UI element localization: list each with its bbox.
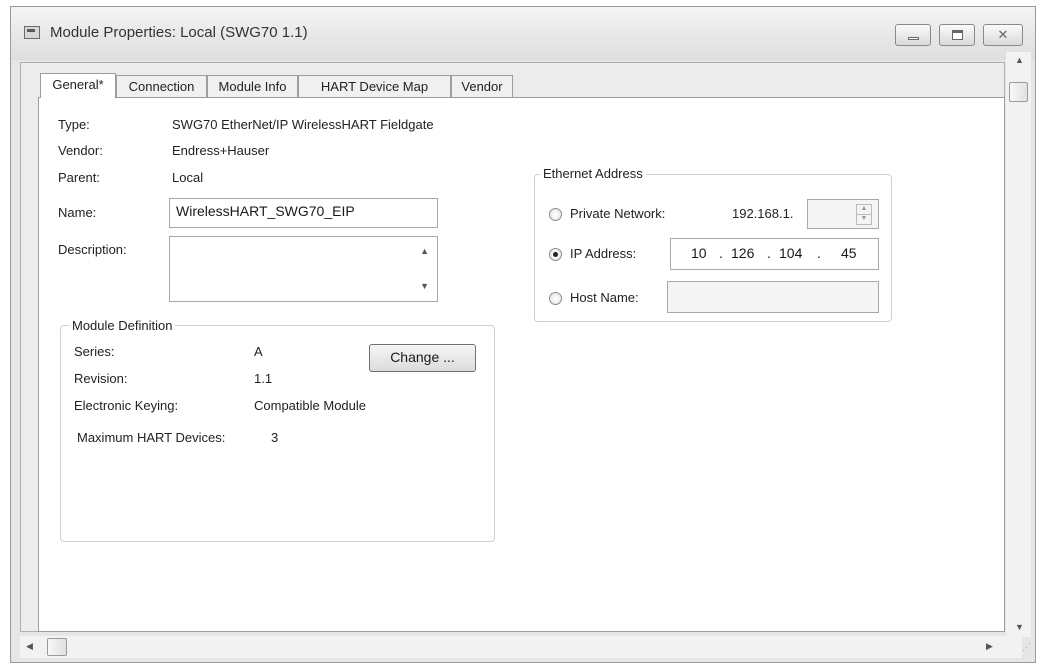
window-app-icon bbox=[24, 26, 40, 39]
vertical-scrollbar[interactable]: ▲ ▼ bbox=[1006, 52, 1031, 637]
minimize-button[interactable] bbox=[895, 24, 931, 46]
module-definition-title: Module Definition bbox=[69, 318, 176, 333]
change-button[interactable]: Change ... bbox=[369, 344, 476, 372]
ip-dot: . bbox=[767, 245, 771, 261]
ip-octet-2: 126 bbox=[731, 245, 755, 261]
tab-vendor-label: Vendor bbox=[461, 79, 503, 94]
scroll-up-icon[interactable]: ▲ bbox=[1015, 55, 1024, 65]
tab-vendor[interactable]: Vendor bbox=[451, 75, 513, 98]
ethernet-address-title: Ethernet Address bbox=[540, 166, 646, 181]
resize-grip-icon[interactable]: ⋰ bbox=[1022, 642, 1031, 653]
tab-module-info[interactable]: Module Info bbox=[207, 75, 298, 98]
private-network-spinner[interactable]: ▲ ▼ bbox=[807, 199, 879, 229]
private-network-label[interactable]: Private Network: bbox=[570, 206, 665, 221]
parent-value: Local bbox=[172, 170, 204, 185]
description-label: Description: bbox=[58, 242, 127, 257]
ip-octet-1: 10 bbox=[691, 245, 707, 261]
type-label: Type: bbox=[58, 117, 90, 132]
vertical-scroll-thumb[interactable] bbox=[1009, 82, 1028, 102]
tab-hart-device-map-label: HART Device Map bbox=[320, 79, 429, 94]
close-button[interactable]: ✕ bbox=[983, 24, 1023, 46]
name-input[interactable]: WirelessHART_SWG70_EIP bbox=[169, 198, 438, 228]
tab-connection-label: Connection bbox=[128, 79, 195, 94]
revision-label: Revision: bbox=[74, 371, 128, 386]
scroll-down-icon[interactable]: ▼ bbox=[1015, 622, 1024, 632]
ip-octet-3: 104 bbox=[779, 245, 803, 261]
electronic-keying-value: Compatible Module bbox=[254, 398, 367, 413]
name-label: Name: bbox=[58, 205, 97, 220]
tab-hart-device-map[interactable]: HART Device Map bbox=[298, 75, 451, 98]
minimize-icon bbox=[908, 37, 919, 40]
description-scroll-up-icon[interactable]: ▲ bbox=[420, 246, 429, 256]
tab-general[interactable]: General* bbox=[40, 73, 116, 98]
private-network-radio[interactable] bbox=[549, 208, 562, 221]
close-icon: ✕ bbox=[997, 27, 1009, 42]
revision-value: 1.1 bbox=[254, 371, 273, 386]
tab-connection[interactable]: Connection bbox=[116, 75, 207, 98]
host-name-radio[interactable] bbox=[549, 292, 562, 305]
scroll-left-icon[interactable]: ◀ bbox=[26, 641, 33, 652]
tab-general-label: General* bbox=[52, 77, 104, 92]
window-title: Module Properties: Local (SWG70 1.1) bbox=[50, 24, 308, 41]
series-label: Series: bbox=[74, 344, 115, 359]
ip-dot: . bbox=[719, 245, 723, 261]
max-hart-devices-label: Maximum HART Devices: bbox=[77, 430, 226, 445]
host-name-input[interactable] bbox=[667, 281, 879, 313]
ip-address-input[interactable]: 10 . 126 . 104 . 45 bbox=[670, 238, 879, 270]
tab-module-info-label: Module Info bbox=[218, 79, 287, 94]
spinner-down-icon[interactable]: ▼ bbox=[856, 214, 872, 225]
private-network-prefix: 192.168.1. bbox=[732, 206, 794, 221]
description-scroll-down-icon[interactable]: ▼ bbox=[420, 281, 429, 291]
max-hart-devices-value: 3 bbox=[271, 430, 279, 445]
horizontal-scrollbar[interactable]: ◀ ▶ bbox=[20, 636, 1022, 658]
type-value: SWG70 EtherNet/IP WirelessHART Fieldgate bbox=[172, 117, 434, 132]
description-input[interactable]: ▲ ▼ bbox=[169, 236, 438, 302]
horizontal-scroll-thumb[interactable] bbox=[47, 638, 67, 656]
restore-icon bbox=[952, 30, 963, 40]
vendor-label: Vendor: bbox=[58, 143, 103, 158]
ip-address-label[interactable]: IP Address: bbox=[570, 246, 636, 261]
parent-label: Parent: bbox=[58, 170, 100, 185]
ip-octet-4: 45 bbox=[841, 245, 857, 261]
ip-address-radio[interactable] bbox=[549, 248, 562, 261]
ip-dot: . bbox=[817, 245, 821, 261]
window-controls: ✕ bbox=[895, 24, 1025, 48]
series-value: A bbox=[254, 344, 263, 359]
host-name-label[interactable]: Host Name: bbox=[570, 290, 639, 305]
scroll-right-icon[interactable]: ▶ bbox=[986, 641, 993, 652]
vendor-value: Endress+Hauser bbox=[172, 143, 270, 158]
electronic-keying-label: Electronic Keying: bbox=[74, 398, 179, 413]
restore-button[interactable] bbox=[939, 24, 975, 46]
